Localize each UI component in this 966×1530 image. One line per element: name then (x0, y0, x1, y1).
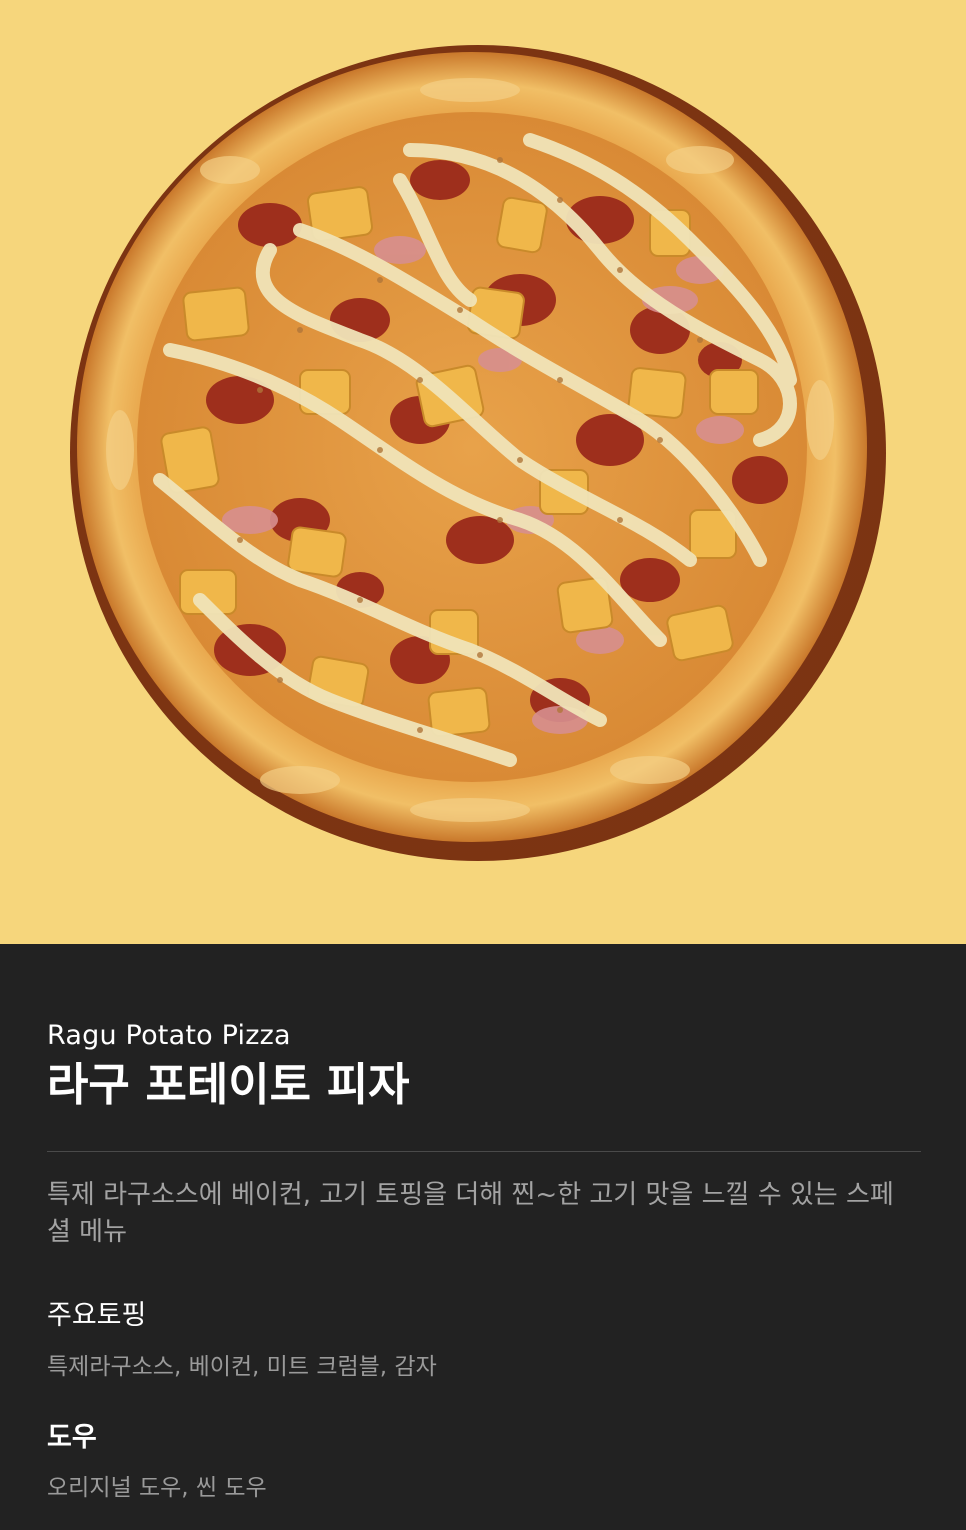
product-hero (0, 0, 966, 944)
product-name-english: Ragu Potato Pizza (47, 1020, 291, 1051)
dough-title: 도우 (47, 1422, 97, 1453)
product-name-korean: 라구 포테이토 피자 (47, 1058, 410, 1111)
pizza-cheese (137, 112, 807, 782)
toppings-title: 주요토핑 (47, 1300, 147, 1331)
pizza-image (77, 52, 867, 842)
toppings-text: 특제라구소스, 베이컨, 미트 크럼블, 감자 (47, 1354, 437, 1380)
product-info-panel: Ragu Potato Pizza 라구 포테이토 피자 특제 라구소스에 베이… (0, 944, 966, 1530)
divider (47, 1151, 921, 1152)
dough-text: 오리지널 도우, 씬 도우 (47, 1475, 267, 1501)
product-description: 특제 라구소스에 베이컨, 고기 토핑을 더해 찐~한 고기 맛을 느낄 수 있… (47, 1180, 894, 1247)
